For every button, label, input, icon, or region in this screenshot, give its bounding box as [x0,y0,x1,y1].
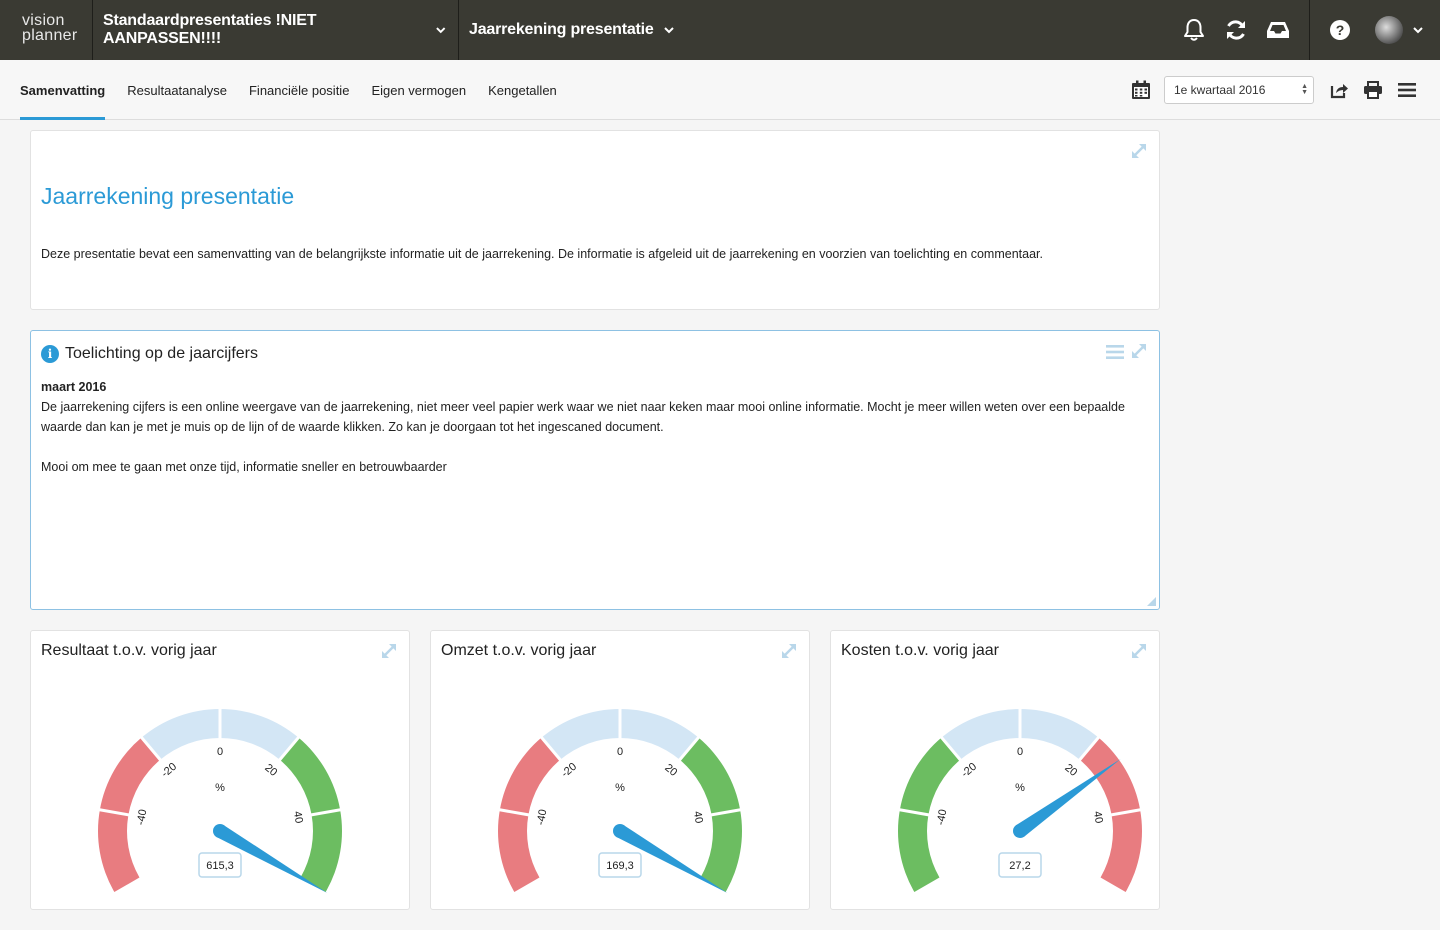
gauge-tick-label: 0 [217,746,223,758]
vision-planner-logo[interactable]: vision planner [0,0,92,60]
bell-icon [1184,19,1204,41]
refresh-icon [1227,20,1245,40]
tab-resultaatanalyse[interactable]: Resultaatanalyse [127,60,227,120]
main-menu-button[interactable] [1390,73,1424,107]
help-icon: ? [1330,20,1350,40]
gauge-unit: % [1015,782,1025,794]
period-select-value: 1e kwartaal 2016 [1174,83,1266,97]
intro-panel: Jaarrekening presentatie Deze presentati… [30,130,1160,310]
hamburger-menu-icon [1398,83,1416,97]
top-bar: vision planner Standaardpresentaties !NI… [0,0,1440,60]
gauge-value-label: 615,3 [206,860,234,872]
gauge-tick-label: -40 [935,808,950,826]
note-panel[interactable]: i Toelichting op de jaarcijfers maart 20… [30,330,1160,610]
gauge-tick-label: -20 [559,761,579,780]
gauge-chart[interactable]: -40 -20 0 20 40% 27,2 [831,671,1161,911]
expand-icon[interactable] [779,641,799,661]
panel-menu-icon[interactable] [1105,343,1125,361]
gauge-panel: Kosten t.o.v. vorig jaar -40 -20 0 20 40% 27,2 [830,630,1160,910]
gauge-tick-label: 40 [1091,810,1105,824]
chevron-down-icon [663,27,674,34]
section-tabs-bar: Samenvatting Resultaatanalyse Financiële p… [0,60,1440,120]
gauge-title: Resultaat t.o.v. vorig jaar [41,642,217,659]
presentation-group-label: Standaardpresentaties !NIET AANPASSEN!!!… [103,12,317,47]
avatar [1375,16,1403,44]
note-date: maart 2016 [41,380,107,394]
page-title: Jaarrekening presentatie [41,183,295,209]
inbox-icon [1267,22,1289,38]
user-menu[interactable] [1370,0,1440,60]
help-button[interactable]: ? [1310,0,1370,60]
gauge-tick-label: 40 [691,810,705,824]
gauge-tick-label: 40 [291,810,305,824]
tab-kengetallen[interactable]: Kengetallen [488,60,557,120]
logo-line-2: planner [22,27,78,44]
note-panel-title: i Toelichting op de jaarcijfers [41,345,258,363]
select-arrows-icon: ▲ ▼ [1301,83,1308,96]
presentation-dropdown[interactable]: Jaarrekening presentatie [459,0,686,60]
gauge-chart[interactable]: -40 -20 0 20 40% 169,3 [431,671,811,911]
notifications-button[interactable] [1173,0,1215,60]
gauge-title: Omzet t.o.v. vorig jaar [441,642,597,659]
section-tabs: Samenvatting Resultaatanalyse Financiële p… [20,60,579,120]
tab-samenvatting[interactable]: Samenvatting [20,60,106,120]
inbox-button[interactable] [1257,0,1299,60]
gauge-needle-hub [613,824,627,838]
logo-line-1: vision [22,12,65,29]
svg-text:?: ? [1336,22,1345,38]
gauge-chart[interactable]: -40 -20 0 20 40% 615,3 [31,671,411,911]
share-button[interactable] [1322,73,1356,107]
chevron-down-icon [1413,27,1423,34]
calendar-button[interactable] [1124,73,1158,107]
gauge-tick-label: 0 [1017,746,1023,758]
resize-handle[interactable] [1147,597,1156,606]
note-paragraph-2: Mooi om mee te gaan met onze tijd, infor… [41,460,447,474]
expand-icon[interactable] [1129,341,1149,361]
note-body: maart 2016 De jaarrekening cijfers is ee… [41,377,1131,477]
info-icon: i [41,345,59,363]
expand-icon[interactable] [1129,141,1149,161]
gauge-panel: Resultaat t.o.v. vorig jaar -40 -20 0 20 40% 6… [30,630,410,910]
gauge-tick-label: -20 [959,761,979,780]
period-select[interactable]: 1e kwartaal 2016 ▲ ▼ [1164,76,1314,104]
gauge-tick-label: 20 [262,762,279,779]
gauge-title: Kosten t.o.v. vorig jaar [841,642,999,659]
note-paragraph-1: De jaarrekening cijfers is een online we… [41,400,1125,434]
tab-financi-le-positie[interactable]: Financiële positie [249,60,349,120]
presentation-group-dropdown[interactable]: Standaardpresentaties !NIET AANPASSEN!!!… [93,0,458,60]
gauge-value-label: 169,3 [606,860,634,872]
gauge-unit: % [215,782,225,794]
gauge-value-label: 27,2 [1009,860,1030,872]
expand-icon[interactable] [1129,641,1149,661]
calendar-icon [1132,80,1150,99]
print-icon [1364,81,1382,99]
expand-icon[interactable] [379,641,399,661]
gauge-tick-label: 20 [662,762,679,779]
chevron-down-icon [436,27,446,34]
print-button[interactable] [1356,73,1390,107]
gauge-panel: Omzet t.o.v. vorig jaar -40 -20 0 20 40% 169,3 [430,630,810,910]
gauge-unit: % [615,782,625,794]
gauge-tick-label: 0 [617,746,623,758]
gauge-needle-hub [213,824,227,838]
gauge-needle-hub [1013,824,1027,838]
intro-text: Deze presentatie bevat een samenvatting … [41,247,1043,261]
refresh-button[interactable] [1215,0,1257,60]
tab-eigen-vermogen[interactable]: Eigen vermogen [371,60,466,120]
gauge-tick-label: -40 [535,808,550,826]
gauge-tick-label: -40 [135,808,150,826]
gauge-tick-label: 20 [1062,762,1079,779]
gauge-tick-label: -20 [159,761,179,780]
share-icon [1330,84,1348,99]
note-title-text: Toelichting op de jaarcijfers [65,345,258,362]
presentation-label: Jaarrekening presentatie [469,21,654,38]
